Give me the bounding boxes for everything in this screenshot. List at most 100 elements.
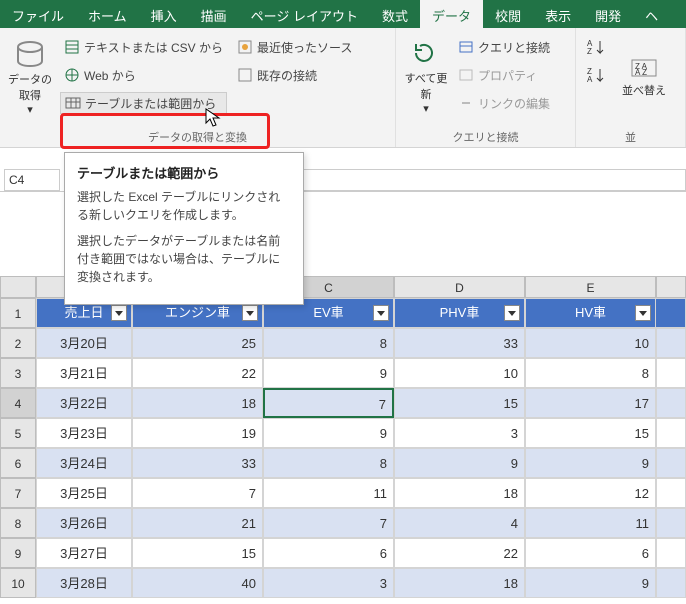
title-tab[interactable]: 開発 — [583, 0, 633, 28]
filter-button[interactable] — [111, 305, 127, 321]
row-header[interactable]: 8 — [0, 508, 36, 538]
cell[interactable]: 9 — [394, 448, 525, 478]
csv-icon — [64, 39, 80, 55]
cell[interactable]: 3月21日 — [36, 358, 132, 388]
name-box[interactable]: C4 — [4, 169, 60, 191]
filter-button[interactable] — [635, 305, 651, 321]
cell[interactable]: 19 — [132, 418, 263, 448]
title-tab[interactable]: 校閲 — [483, 0, 533, 28]
row-header[interactable]: 10 — [0, 568, 36, 598]
title-tab[interactable]: ホーム — [76, 0, 139, 28]
cell[interactable]: 3月27日 — [36, 538, 132, 568]
cell[interactable] — [656, 538, 686, 568]
cell[interactable]: 15 — [525, 418, 656, 448]
cell[interactable]: 18 — [394, 478, 525, 508]
cell[interactable]: 33 — [394, 328, 525, 358]
from-text-csv-button[interactable]: テキストまたは CSV から — [60, 36, 227, 58]
refresh-all-button[interactable]: すべて更新 ▾ — [402, 32, 450, 122]
cell[interactable]: 7 — [132, 478, 263, 508]
cell[interactable]: 4 — [394, 508, 525, 538]
cell[interactable]: 15 — [132, 538, 263, 568]
cell[interactable]: 3月25日 — [36, 478, 132, 508]
title-tab[interactable]: ファイル — [0, 0, 76, 28]
title-tab[interactable]: ページ レイアウト — [239, 0, 370, 28]
cell[interactable]: 3 — [263, 568, 394, 598]
cell[interactable] — [656, 358, 686, 388]
cell[interactable]: 10 — [525, 328, 656, 358]
cell[interactable]: 22 — [132, 358, 263, 388]
cell[interactable]: 3月26日 — [36, 508, 132, 538]
title-tab[interactable]: ヘ — [633, 0, 670, 28]
cell[interactable]: 8 — [263, 448, 394, 478]
existing-connections-button[interactable]: 既存の接続 — [233, 64, 356, 86]
row-header[interactable]: 5 — [0, 418, 36, 448]
col-header-D[interactable]: D — [394, 276, 525, 298]
cell[interactable]: 40 — [132, 568, 263, 598]
cell[interactable]: 8 — [263, 328, 394, 358]
row-header[interactable]: 3 — [0, 358, 36, 388]
cell[interactable]: 22 — [394, 538, 525, 568]
row-header[interactable]: 9 — [0, 538, 36, 568]
cell[interactable]: 6 — [525, 538, 656, 568]
cell[interactable] — [656, 328, 686, 358]
cell[interactable]: 9 — [263, 418, 394, 448]
cell[interactable]: 9 — [525, 568, 656, 598]
filter-button[interactable] — [504, 305, 520, 321]
cell[interactable] — [656, 478, 686, 508]
th-hv[interactable]: HV車 — [525, 298, 656, 328]
row-header[interactable]: 6 — [0, 448, 36, 478]
from-table-range-button[interactable]: テーブルまたは範囲から — [60, 92, 227, 114]
cell[interactable]: 12 — [525, 478, 656, 508]
cell[interactable]: 3月22日 — [36, 388, 132, 418]
cell[interactable]: 3月28日 — [36, 568, 132, 598]
title-tab[interactable]: 数式 — [370, 0, 420, 28]
cell[interactable]: 6 — [263, 538, 394, 568]
cell[interactable] — [656, 508, 686, 538]
cell[interactable]: 3月20日 — [36, 328, 132, 358]
cell[interactable]: 3月23日 — [36, 418, 132, 448]
recent-sources-button[interactable]: 最近使ったソース — [233, 36, 356, 58]
row-header[interactable]: 2 — [0, 328, 36, 358]
sort-asc-button[interactable]: AZ — [582, 36, 610, 58]
cell[interactable]: 3 — [394, 418, 525, 448]
cell[interactable]: 21 — [132, 508, 263, 538]
sort-desc-button[interactable]: ZA — [582, 64, 610, 86]
cell[interactable]: 3月24日 — [36, 448, 132, 478]
title-tab[interactable]: データ — [420, 0, 483, 28]
cell[interactable]: 9 — [263, 358, 394, 388]
cell[interactable]: 33 — [132, 448, 263, 478]
cell[interactable]: 15 — [394, 388, 525, 418]
cell[interactable]: 25 — [132, 328, 263, 358]
sort-button[interactable]: Z AA Z 並べ替え — [614, 32, 674, 122]
queries-connections-button[interactable]: クエリと接続 — [454, 36, 554, 58]
title-tab[interactable]: 挿入 — [139, 0, 189, 28]
select-all-corner[interactable] — [0, 276, 36, 298]
cell[interactable] — [656, 568, 686, 598]
row-header[interactable]: 7 — [0, 478, 36, 508]
cell[interactable]: 17 — [525, 388, 656, 418]
from-web-button[interactable]: Web から — [60, 64, 227, 86]
cell[interactable] — [656, 388, 686, 418]
cell[interactable] — [656, 448, 686, 478]
cell[interactable]: 7 — [263, 388, 394, 418]
title-tab[interactable]: 表示 — [533, 0, 583, 28]
col-header-E[interactable]: E — [525, 276, 656, 298]
filter-button[interactable] — [242, 305, 258, 321]
cell[interactable]: 11 — [263, 478, 394, 508]
cell[interactable]: 11 — [525, 508, 656, 538]
row-header[interactable]: 4 — [0, 388, 36, 418]
cell[interactable]: 7 — [263, 508, 394, 538]
cell[interactable]: 18 — [132, 388, 263, 418]
cell[interactable]: 10 — [394, 358, 525, 388]
th-phv[interactable]: PHV車 — [394, 298, 525, 328]
cell[interactable] — [656, 418, 686, 448]
cell[interactable]: 18 — [394, 568, 525, 598]
title-tab[interactable]: 描画 — [189, 0, 239, 28]
cell[interactable]: 9 — [525, 448, 656, 478]
get-data-button[interactable]: データの取得 ▾ — [6, 32, 54, 122]
row-header-1[interactable]: 1 — [0, 298, 36, 328]
th-extra[interactable] — [656, 298, 686, 328]
col-header-next[interactable] — [656, 276, 686, 298]
cell[interactable]: 8 — [525, 358, 656, 388]
filter-button[interactable] — [373, 305, 389, 321]
